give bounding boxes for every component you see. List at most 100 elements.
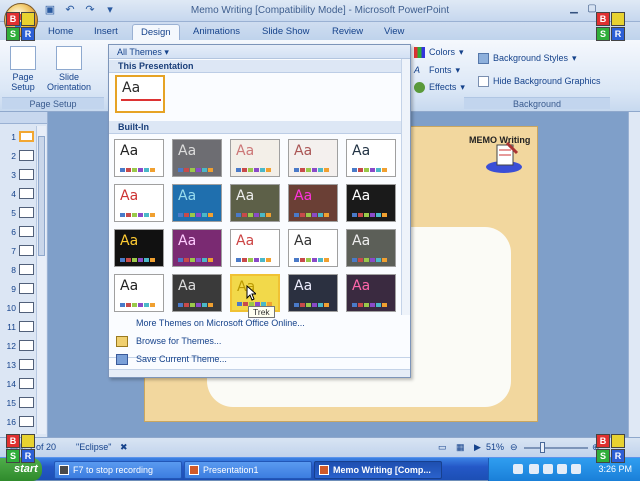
help-icon[interactable] [513,464,523,474]
slide-thumbnail[interactable] [19,397,34,408]
theme-sample-text: Aa [120,143,139,159]
more-themes-online[interactable]: More Themes on Microsoft Office Online..… [109,316,410,331]
tab-slide-show[interactable]: Slide Show [254,24,318,40]
theme-thumbnail[interactable]: Aa [230,184,280,222]
minimize-icon[interactable]: ▁ [566,3,582,18]
tab-design[interactable]: Design [132,24,180,40]
tab-insert[interactable]: Insert [86,24,126,40]
slide-thumbnail[interactable] [19,416,34,427]
slide-thumbnail[interactable] [19,150,34,161]
background-group-label: Background [464,97,610,109]
theme-sample-text: Aa [352,143,371,159]
theme-sample-text: Aa [236,233,255,249]
theme-thumbnail[interactable]: Aa [114,229,164,267]
taskbar-item-recorder[interactable]: F7 to stop recording [54,461,182,479]
theme-thumbnail[interactable]: Aa [288,139,338,177]
tab-review[interactable]: Review [324,24,371,40]
slide-thumbnail[interactable] [19,245,34,256]
slide-number: 13 [6,360,16,370]
spellcheck-icon[interactable]: ✖ [120,442,128,453]
theme-thumbnail[interactable]: Aa [288,274,338,312]
tray-icon-1[interactable] [529,464,539,474]
theme-thumbnail[interactable]: Aa [288,229,338,267]
slide-thumbnail[interactable] [19,264,34,275]
tray-icon-4[interactable] [571,464,581,474]
sorter-view-icon[interactable]: ▦ [456,442,465,453]
slide-thumbnail[interactable] [19,378,34,389]
scrollbar-thumb[interactable] [38,136,45,256]
chevron-down-icon: ▾ [572,53,577,63]
slide-thumbnail[interactable] [19,169,34,180]
slide-thumbnail[interactable] [19,340,34,351]
normal-view-icon[interactable]: ▭ [438,442,447,453]
zoom-slider-thumb[interactable] [540,442,545,453]
slide-thumbnail[interactable] [19,321,34,332]
zoom-out-icon[interactable]: ⊖ [510,442,518,453]
tray-icon-2[interactable] [543,464,553,474]
theme-thumbnail[interactable]: Aa [172,139,222,177]
tab-home[interactable]: Home [40,24,81,40]
section-this-presentation: This Presentation [109,60,401,73]
theme-sample-text: Aa [294,233,313,249]
theme-sample-text: Aa [294,278,313,294]
taskbar-item-presentation1[interactable]: Presentation1 [184,461,312,479]
slide-number: 2 [11,151,16,161]
colors-button[interactable]: Colors ▾ [414,45,464,59]
theme-thumbnail[interactable]: Aa [346,274,396,312]
theme-thumbnail[interactable]: Aa [172,274,222,312]
theme-thumbnail[interactable]: Aa [114,184,164,222]
slide-thumbnail[interactable] [19,359,34,370]
editing-vertical-scrollbar[interactable] [628,112,640,437]
theme-thumbnail[interactable]: Aa [172,184,222,222]
slide-thumbnail[interactable] [19,302,34,313]
background-styles-button[interactable]: Background Styles ▾ [478,51,577,65]
theme-color-swatches [352,168,387,172]
slide-thumbnail[interactable] [19,188,34,199]
clock: 3:26 PM [598,464,632,474]
recorder-overlay-bottom-right: BSR [596,434,626,464]
theme-thumbnail[interactable]: Aa [114,139,164,177]
save-current-theme[interactable]: Save Current Theme... [109,352,410,367]
theme-thumbnail[interactable]: Aa [230,229,280,267]
theme-thumbnail[interactable]: Aa [346,184,396,222]
theme-thumbnail[interactable]: Aa [346,229,396,267]
zoom-slider[interactable] [524,447,588,449]
slides-pane-scrollbar[interactable] [36,126,46,434]
slide-thumbnail[interactable] [19,207,34,218]
slide-thumbnail[interactable] [19,283,34,294]
slides-pane: 1 2 3 4 5 6 7 8 9 10 11 12 13 14 15 16 [0,112,48,437]
slideshow-view-icon[interactable]: ▶ [474,442,481,453]
theme-thumbnail[interactable]: Aa [346,139,396,177]
gallery-resize-grip[interactable] [109,369,410,377]
slide-thumbnail[interactable] [19,131,34,142]
theme-thumbnail[interactable]: Aa [172,229,222,267]
tray-icon-3[interactable] [557,464,567,474]
page-setup-icon [10,46,36,70]
slide-orientation-button[interactable]: Slide Orientation [42,46,96,92]
browse-for-themes[interactable]: Browse for Themes... [109,334,410,349]
fonts-button[interactable]: A Fonts ▾ [414,63,460,77]
hide-background-graphics-checkbox[interactable]: Hide Background Graphics [478,74,601,88]
theme-sample-text: Aa [120,278,139,294]
theme-thumbnail[interactable]: Aa [114,274,164,312]
page-setup-group-label: Page Setup [2,97,104,109]
memo-clipart-icon [486,141,522,173]
zoom-level[interactable]: 51% [486,442,504,452]
theme-current[interactable]: Aa [115,75,165,113]
gallery-scrollbar[interactable] [401,59,410,315]
window-title: Memo Writing [Compatibility Mode] - Micr… [190,5,450,16]
save-theme-icon [116,354,128,365]
theme-thumbnail[interactable]: Aa [230,139,280,177]
page-setup-button[interactable]: Page Setup [6,46,40,92]
taskbar-item-memo-writing[interactable]: Memo Writing [Comp... [314,461,442,479]
theme-color-swatches [352,258,387,262]
effects-button[interactable]: Effects ▾ [414,80,465,94]
tab-animations[interactable]: Animations [185,24,248,40]
theme-thumbnail[interactable]: Aa [288,184,338,222]
slide-thumbnail[interactable] [19,226,34,237]
theme-tooltip: Trek [248,306,275,318]
gallery-filter[interactable]: All Themes ▾ [109,45,410,59]
chevron-down-icon: ▾ [455,65,461,75]
tab-view[interactable]: View [376,24,412,40]
theme-name: "Eclipse" [76,442,112,452]
